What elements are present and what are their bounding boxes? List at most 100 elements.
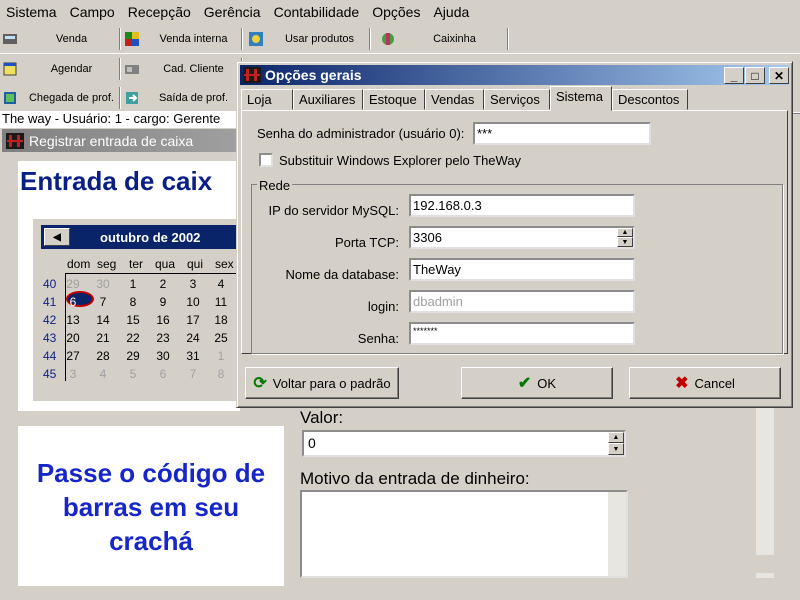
spin-down-button[interactable]: ▼ bbox=[608, 443, 624, 455]
mysql-ip-input[interactable]: 192.168.0.3 bbox=[409, 194, 635, 217]
motivo-textarea[interactable] bbox=[300, 490, 628, 578]
port-spin-up-button[interactable]: ▲ bbox=[617, 228, 633, 237]
senha-input[interactable]: ******* bbox=[409, 322, 635, 345]
calendar-day[interactable]: 6 bbox=[151, 367, 175, 381]
voltar-padrao-button[interactable]: ⟳ Voltar para o padrão bbox=[245, 367, 399, 399]
close-button[interactable]: ✕ bbox=[769, 67, 789, 84]
calendar-day[interactable]: 29 bbox=[61, 277, 85, 291]
calendar-day[interactable]: 14 bbox=[91, 313, 115, 327]
cancel-button[interactable]: ✖ Cancel bbox=[629, 367, 781, 399]
calendar-day[interactable]: 11 bbox=[209, 295, 233, 309]
porta-tcp-input[interactable]: 3306 ▲ ▼ bbox=[409, 226, 635, 249]
calendar-day[interactable]: 28 bbox=[91, 349, 115, 363]
ok-button[interactable]: ✔ OK bbox=[461, 367, 613, 399]
valor-label: Valor: bbox=[300, 408, 344, 427]
cad-cliente-label: Cad. Cliente bbox=[163, 63, 224, 75]
calendar-week-number: 44 bbox=[43, 349, 57, 363]
calendar-day[interactable]: 18 bbox=[209, 313, 233, 327]
tab-loja[interactable]: Loja bbox=[241, 89, 293, 110]
agendar-button[interactable]: Agendar bbox=[2, 58, 120, 80]
entrada-heading: Entrada de caix bbox=[20, 166, 213, 196]
dow-label: qui bbox=[187, 257, 204, 271]
menu-campo[interactable]: Campo bbox=[66, 4, 124, 20]
calendar-day[interactable]: 30 bbox=[91, 277, 115, 291]
dow-label: sex bbox=[215, 257, 234, 271]
calendar-day[interactable]: 1 bbox=[209, 349, 233, 363]
usar-produtos-button[interactable]: Usar produtos bbox=[248, 28, 370, 50]
products-icon bbox=[248, 31, 264, 47]
motivo-scrollbar[interactable] bbox=[608, 492, 626, 576]
maximize-button[interactable]: □ bbox=[745, 67, 765, 84]
chegada-prof-button[interactable]: Chegada de prof. bbox=[2, 87, 120, 109]
calendar-day[interactable]: 3 bbox=[61, 367, 85, 381]
calendar-day[interactable]: 27 bbox=[61, 349, 85, 363]
calendar-day[interactable]: 2 bbox=[151, 277, 175, 291]
tab-servicos[interactable]: Serviços bbox=[484, 89, 550, 110]
calendar-day[interactable]: 8 bbox=[121, 295, 145, 309]
calendar-day[interactable]: 24 bbox=[181, 331, 205, 345]
cad-cliente-button[interactable]: Cad. Cliente bbox=[124, 58, 242, 80]
calendar-day[interactable]: 4 bbox=[91, 367, 115, 381]
venda-button[interactable]: Venda bbox=[2, 28, 120, 50]
toolbar-main: Venda Venda interna Usar produtos Caixin… bbox=[0, 24, 800, 54]
calendar-day[interactable]: 17 bbox=[181, 313, 205, 327]
admin-password-input[interactable]: *** bbox=[473, 122, 651, 145]
calendar-day[interactable]: 13 bbox=[61, 313, 85, 327]
calendar-day[interactable]: 9 bbox=[151, 295, 175, 309]
calendar-day[interactable]: 5 bbox=[121, 367, 145, 381]
menu-gerencia[interactable]: Gerência bbox=[200, 4, 270, 20]
client-card-icon bbox=[124, 61, 140, 77]
calendar-day[interactable]: 15 bbox=[121, 313, 145, 327]
calendar-day[interactable]: 7 bbox=[91, 295, 115, 309]
menu-recepcao[interactable]: Recepção bbox=[124, 4, 200, 20]
venda-interna-button[interactable]: Venda interna bbox=[124, 28, 242, 50]
window-scrollbar[interactable] bbox=[756, 408, 774, 578]
menu-ajuda[interactable]: Ajuda bbox=[429, 4, 478, 20]
tab-sistema[interactable]: Sistema bbox=[550, 86, 612, 111]
motivo-label: Motivo da entrada de dinheiro: bbox=[300, 469, 530, 488]
calendar-day[interactable]: 6 bbox=[61, 295, 85, 309]
login-input[interactable]: dbadmin bbox=[409, 290, 635, 313]
calendar-day[interactable]: 21 bbox=[91, 331, 115, 345]
valor-input[interactable]: 0 ▲ ▼ bbox=[302, 430, 626, 457]
tab-descontos[interactable]: Descontos bbox=[612, 89, 688, 110]
month-calendar[interactable]: ◀ outubro de 2002 dom seg ter qua qui se… bbox=[32, 218, 243, 402]
calendar-day[interactable]: 30 bbox=[151, 349, 175, 363]
caixinha-button[interactable]: Caixinha bbox=[380, 28, 508, 50]
calendar-prev-button[interactable]: ◀ bbox=[44, 228, 70, 246]
saida-prof-label: Saída de prof. bbox=[158, 92, 229, 104]
admin-password-label: Senha do administrador (usuário 0): bbox=[257, 126, 465, 141]
valor-value: 0 bbox=[308, 435, 316, 451]
calendar-day[interactable]: 1 bbox=[121, 277, 145, 291]
tab-estoque[interactable]: Estoque bbox=[363, 89, 425, 110]
calendar-day[interactable]: 7 bbox=[181, 367, 205, 381]
calendar-day[interactable]: 8 bbox=[209, 367, 233, 381]
calendar-day[interactable]: 29 bbox=[121, 349, 145, 363]
calendar-day[interactable]: 25 bbox=[209, 331, 233, 345]
port-spin-down-button[interactable]: ▼ bbox=[617, 237, 633, 247]
ok-label: OK bbox=[537, 375, 557, 391]
calendar-day[interactable]: 16 bbox=[151, 313, 175, 327]
menu-contabilidade[interactable]: Contabilidade bbox=[270, 4, 369, 20]
minimize-button[interactable]: _ bbox=[724, 67, 744, 84]
tab-vendas[interactable]: Vendas bbox=[425, 89, 484, 110]
database-input[interactable]: TheWay bbox=[409, 258, 635, 281]
menu-opcoes[interactable]: Opções bbox=[368, 4, 429, 20]
calendar-week-number: 40 bbox=[43, 277, 57, 291]
calendar-day[interactable]: 20 bbox=[61, 331, 85, 345]
horizontal-scrollbar[interactable] bbox=[756, 555, 800, 573]
calendar-day[interactable]: 4 bbox=[209, 277, 233, 291]
calendar-day[interactable]: 23 bbox=[151, 331, 175, 345]
menu-sistema[interactable]: Sistema bbox=[2, 4, 66, 20]
checkmark-icon: ✔ bbox=[517, 375, 532, 392]
saida-prof-button[interactable]: Saída de prof. bbox=[124, 87, 242, 109]
tab-auxiliares[interactable]: Auxiliares bbox=[293, 89, 363, 110]
replace-explorer-checkbox[interactable] bbox=[259, 153, 273, 167]
calendar-day[interactable]: 10 bbox=[181, 295, 205, 309]
spin-up-button[interactable]: ▲ bbox=[608, 432, 624, 443]
calendar-day[interactable]: 3 bbox=[181, 277, 205, 291]
calendar-day[interactable]: 22 bbox=[121, 331, 145, 345]
dialog-title-bar[interactable]: Opções gerais _ □ ✕ bbox=[240, 65, 789, 85]
caixa-window-title[interactable]: Registrar entrada de caixa bbox=[2, 129, 242, 152]
calendar-day[interactable]: 31 bbox=[181, 349, 205, 363]
